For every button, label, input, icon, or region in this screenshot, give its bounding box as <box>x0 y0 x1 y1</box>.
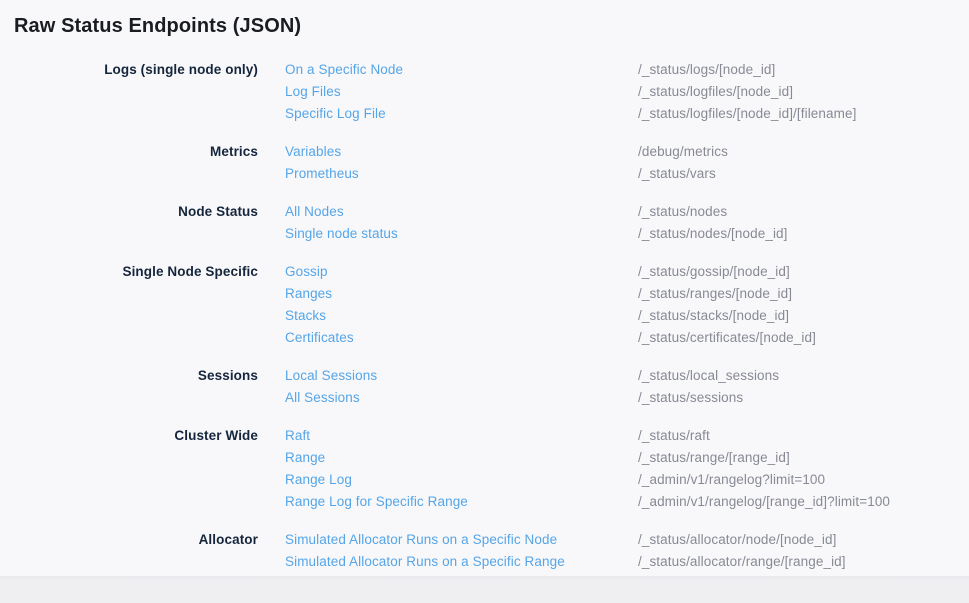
page-title: Raw Status Endpoints (JSON) <box>14 12 969 40</box>
endpoint-link-on-a-specific-node[interactable]: On a Specific Node <box>285 59 611 81</box>
category-label-sessions: Sessions <box>0 365 258 409</box>
endpoint-path: /_status/stacks/[node_id] <box>638 305 969 327</box>
endpoint-link-certificates[interactable]: Certificates <box>285 327 611 349</box>
paths-column: /debug/metrics /_status/vars <box>611 141 969 185</box>
page-bottom-strip <box>0 576 969 603</box>
endpoint-link-prometheus[interactable]: Prometheus <box>285 163 611 185</box>
endpoint-link-variables[interactable]: Variables <box>285 141 611 163</box>
endpoint-path: /_status/local_sessions <box>638 365 969 387</box>
endpoint-link-gossip[interactable]: Gossip <box>285 261 611 283</box>
category-label-logs: Logs (single node only) <box>0 59 258 125</box>
endpoint-path: /_status/nodes/[node_id] <box>638 223 969 245</box>
paths-column: /_status/local_sessions /_status/session… <box>611 365 969 409</box>
endpoint-path: /_admin/v1/rangelog?limit=100 <box>638 469 969 491</box>
category-label-allocator: Allocator <box>0 529 258 573</box>
endpoint-path: /_status/logfiles/[node_id]/[filename] <box>638 103 969 125</box>
endpoint-path: /_status/nodes <box>638 201 969 223</box>
category-label-single-node-specific: Single Node Specific <box>0 261 258 349</box>
paths-column: /_status/logs/[node_id] /_status/logfile… <box>611 59 969 125</box>
links-column: Raft Range Range Log Range Log for Speci… <box>258 425 611 513</box>
endpoint-path: /_status/raft <box>638 425 969 447</box>
links-column: Gossip Ranges Stacks Certificates <box>258 261 611 349</box>
category-label-cluster-wide: Cluster Wide <box>0 425 258 513</box>
endpoint-path: /_status/range/[range_id] <box>638 447 969 469</box>
endpoint-link-range[interactable]: Range <box>285 447 611 469</box>
endpoint-link-simulated-allocator-node[interactable]: Simulated Allocator Runs on a Specific N… <box>285 529 611 551</box>
links-column: Local Sessions All Sessions <box>258 365 611 409</box>
category-label-metrics: Metrics <box>0 141 258 185</box>
endpoint-path: /_status/allocator/node/[node_id] <box>638 529 969 551</box>
links-column: On a Specific Node Log Files Specific Lo… <box>258 59 611 125</box>
endpoint-path: /_status/sessions <box>638 387 969 409</box>
endpoint-link-stacks[interactable]: Stacks <box>285 305 611 327</box>
endpoint-path: /_status/vars <box>638 163 969 185</box>
endpoint-link-log-files[interactable]: Log Files <box>285 81 611 103</box>
endpoint-link-range-log[interactable]: Range Log <box>285 469 611 491</box>
paths-column: /_status/allocator/node/[node_id] /_stat… <box>611 529 969 573</box>
endpoint-path: /_status/allocator/range/[range_id] <box>638 551 969 573</box>
endpoint-path: /_status/logfiles/[node_id] <box>638 81 969 103</box>
endpoint-path: /_status/logs/[node_id] <box>638 59 969 81</box>
endpoint-link-ranges[interactable]: Ranges <box>285 283 611 305</box>
links-column: All Nodes Single node status <box>258 201 611 245</box>
endpoint-group-node-status: Node Status All Nodes Single node status… <box>0 201 969 245</box>
endpoint-link-local-sessions[interactable]: Local Sessions <box>285 365 611 387</box>
endpoint-group-metrics: Metrics Variables Prometheus /debug/metr… <box>0 141 969 185</box>
endpoint-group-single-node-specific: Single Node Specific Gossip Ranges Stack… <box>0 261 969 349</box>
endpoint-link-range-log-for-specific-range[interactable]: Range Log for Specific Range <box>285 491 611 513</box>
endpoint-group-sessions: Sessions Local Sessions All Sessions /_s… <box>0 365 969 409</box>
endpoint-link-all-nodes[interactable]: All Nodes <box>285 201 611 223</box>
endpoint-group-cluster-wide: Cluster Wide Raft Range Range Log Range … <box>0 425 969 513</box>
raw-status-endpoints-panel: Raw Status Endpoints (JSON) Logs (single… <box>0 0 969 576</box>
links-column: Variables Prometheus <box>258 141 611 185</box>
endpoint-link-simulated-allocator-range[interactable]: Simulated Allocator Runs on a Specific R… <box>285 551 611 573</box>
endpoint-path: /_status/certificates/[node_id] <box>638 327 969 349</box>
endpoint-path: /_admin/v1/rangelog/[range_id]?limit=100 <box>638 491 969 513</box>
paths-column: /_status/raft /_status/range/[range_id] … <box>611 425 969 513</box>
endpoint-link-raft[interactable]: Raft <box>285 425 611 447</box>
endpoint-path: /_status/ranges/[node_id] <box>638 283 969 305</box>
endpoint-link-single-node-status[interactable]: Single node status <box>285 223 611 245</box>
endpoint-path: /_status/gossip/[node_id] <box>638 261 969 283</box>
endpoint-group-allocator: Allocator Simulated Allocator Runs on a … <box>0 529 969 573</box>
links-column: Simulated Allocator Runs on a Specific N… <box>258 529 611 573</box>
endpoint-group-logs: Logs (single node only) On a Specific No… <box>0 59 969 125</box>
category-label-node-status: Node Status <box>0 201 258 245</box>
endpoint-link-specific-log-file[interactable]: Specific Log File <box>285 103 611 125</box>
endpoint-link-all-sessions[interactable]: All Sessions <box>285 387 611 409</box>
paths-column: /_status/nodes /_status/nodes/[node_id] <box>611 201 969 245</box>
paths-column: /_status/gossip/[node_id] /_status/range… <box>611 261 969 349</box>
endpoint-path: /debug/metrics <box>638 141 969 163</box>
